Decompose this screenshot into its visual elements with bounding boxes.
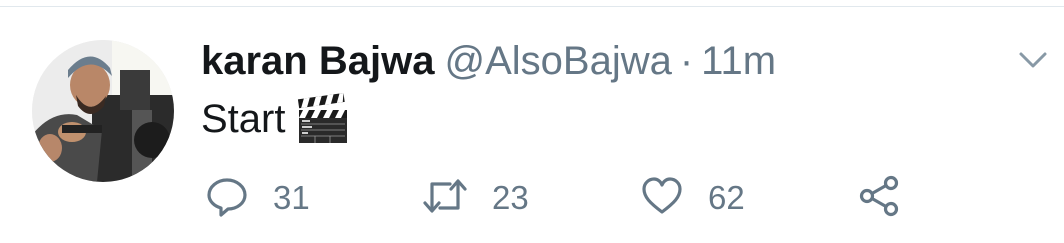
tweet-text: Start <box>201 92 349 145</box>
reply-button[interactable]: 31 <box>205 170 310 226</box>
tweet-header: karan Bajwa @AlsoBajwa · 11m <box>201 37 776 85</box>
user-handle[interactable]: @AlsoBajwa <box>444 39 671 83</box>
retweet-icon <box>422 174 468 223</box>
share-icon <box>858 174 902 223</box>
retweet-button[interactable]: 23 <box>422 170 529 226</box>
avatar[interactable] <box>32 40 174 182</box>
avatar-photo <box>32 40 174 182</box>
top-divider <box>0 6 1064 7</box>
tweet-body: Start <box>201 97 286 141</box>
like-button[interactable]: 62 <box>640 170 745 226</box>
separator-dot: · <box>679 39 694 83</box>
display-name[interactable]: karan Bajwa <box>201 39 434 83</box>
tweet-actions: 31 23 62 <box>0 170 1064 226</box>
reply-count: 31 <box>273 179 310 216</box>
timestamp[interactable]: 11m <box>701 39 776 83</box>
like-count: 62 <box>708 179 745 216</box>
heart-icon <box>640 174 684 223</box>
clapper-board-icon <box>297 92 349 145</box>
chevron-down-icon[interactable] <box>1017 48 1049 72</box>
share-button[interactable] <box>858 170 902 226</box>
reply-icon <box>205 174 249 223</box>
retweet-count: 23 <box>492 179 529 216</box>
